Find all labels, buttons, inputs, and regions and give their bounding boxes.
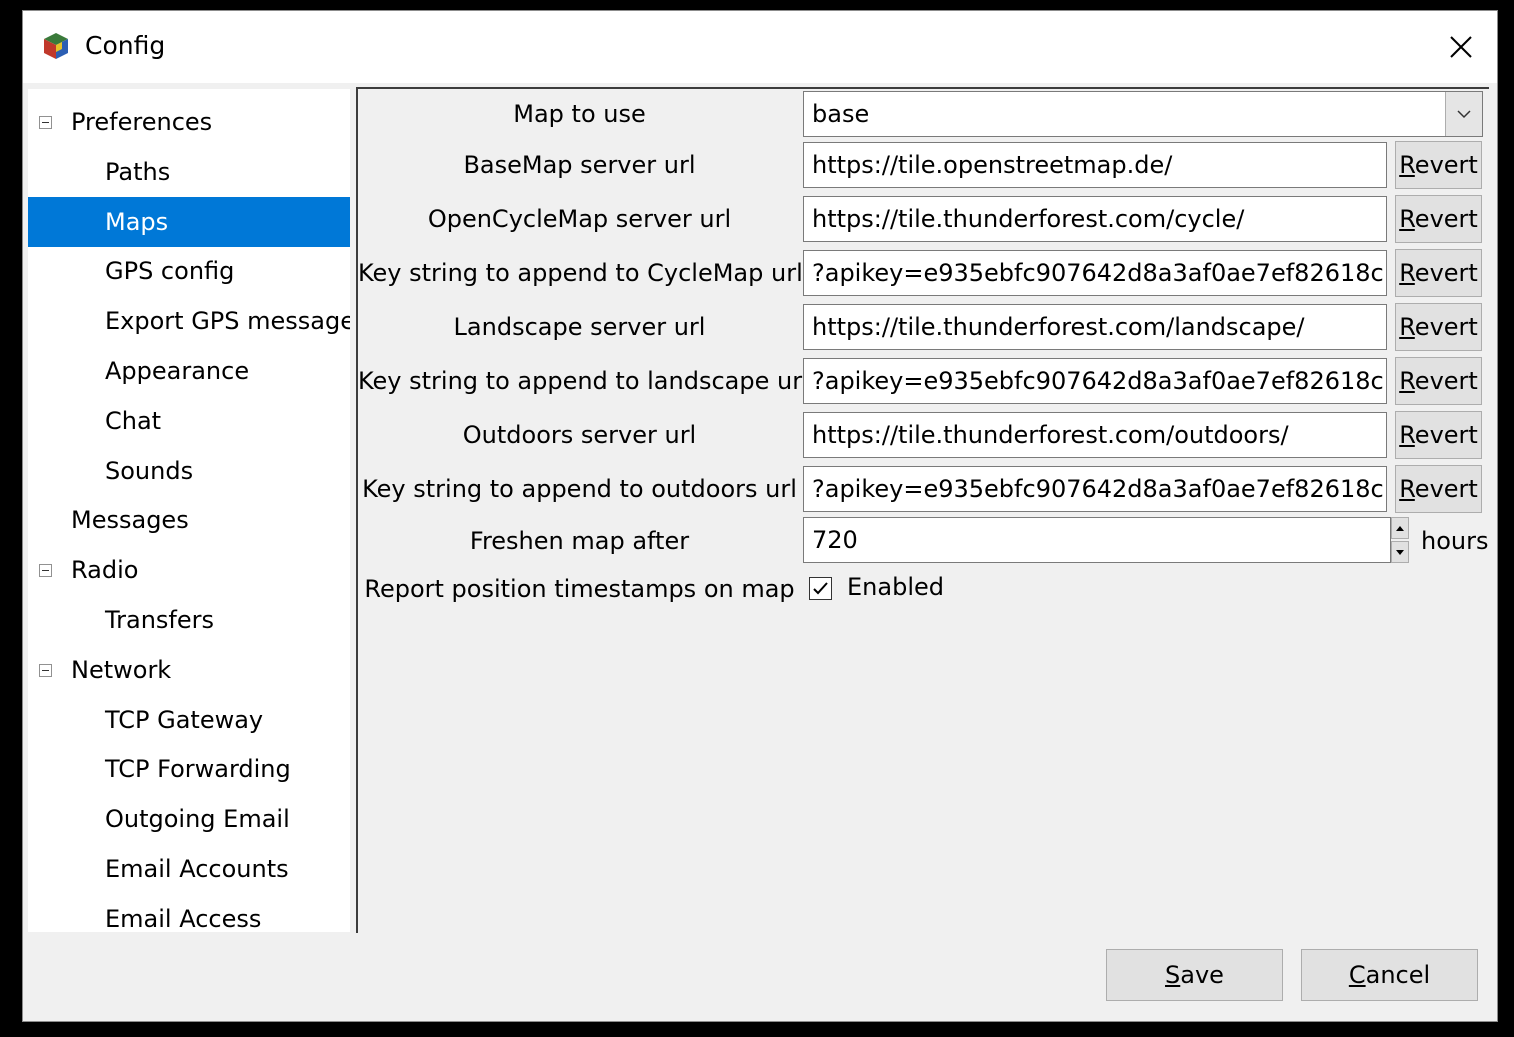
tree-item-label: GPS config — [105, 257, 235, 286]
tree-item-transfers[interactable]: Transfers — [28, 595, 350, 645]
revert-button[interactable]: Revert — [1395, 357, 1482, 405]
settings-tree[interactable]: Preferences Paths Maps GPS config Export GPS… — [28, 89, 350, 932]
tree-item-appearance[interactable]: Appearance — [28, 346, 350, 396]
close-button[interactable] — [1425, 11, 1497, 83]
tree-item-gps-config[interactable]: GPS config — [28, 246, 350, 296]
url-input[interactable]: https://tile.openstreetmap.de/ — [803, 142, 1387, 188]
revert-button[interactable]: Revert — [1395, 195, 1482, 243]
spin-down-button[interactable] — [1391, 541, 1409, 563]
tree-item-label: Preferences — [71, 108, 213, 136]
tree-item-label: Sounds — [105, 456, 194, 485]
report-label: Report position timestamps on map — [364, 575, 795, 603]
tree-item-network[interactable]: Network — [28, 645, 350, 695]
arrow-down-icon — [1396, 549, 1404, 555]
tree-item-label: Chat — [105, 406, 162, 435]
chevron-down-icon — [1457, 109, 1471, 118]
map-to-use-label: Map to use — [513, 100, 646, 128]
maps-settings-panel: Map to use base Freshen map after 720 ho… — [356, 87, 1489, 933]
tree-item-label: Email Accounts — [105, 855, 289, 883]
arrow-up-icon — [1396, 525, 1404, 531]
collapse-icon[interactable] — [39, 116, 52, 129]
tree-item-tcp-forwarding[interactable]: TCP Forwarding — [28, 744, 350, 794]
cancel-button[interactable]: Cancel — [1301, 949, 1478, 1001]
tree-item-label: Outgoing Email — [105, 805, 290, 834]
field-label: Key string to append to CycleMap url — [358, 259, 803, 287]
title-bar[interactable]: Config — [23, 11, 1497, 83]
tree-item-label: TCP Forwarding — [105, 755, 291, 784]
tree-item-label: Email Access — [105, 904, 262, 932]
tree-item-sounds[interactable]: Sounds — [28, 446, 350, 496]
tree-item-label: Export GPS messages — [105, 307, 350, 336]
close-icon — [1450, 36, 1472, 58]
freshen-input[interactable]: 720 — [803, 517, 1391, 563]
field-label: BaseMap server url — [463, 151, 696, 179]
app-icon — [44, 33, 68, 59]
field-label: Key string to append to landscape url — [358, 367, 809, 395]
revert-button[interactable]: Revert — [1395, 303, 1482, 351]
url-input[interactable]: ?apikey=e935ebfc907642d8a3af0ae7ef82618c — [803, 466, 1387, 512]
field-label: Outdoors server url — [462, 421, 697, 449]
freshen-label: Freshen map after — [469, 527, 690, 555]
field-label: OpenCycleMap server url — [427, 205, 732, 233]
tree-item-maps[interactable]: Maps — [28, 196, 350, 247]
url-input[interactable]: https://tile.thunderforest.com/landscape… — [803, 304, 1387, 350]
tree-item-label: Transfers — [105, 606, 215, 634]
tree-item-chat[interactable]: Chat — [28, 396, 350, 446]
field-label: Landscape server url — [453, 313, 706, 341]
map-to-use-select[interactable]: base — [803, 91, 1483, 137]
revert-button[interactable]: Revert — [1395, 141, 1482, 189]
field-label: Key string to append to outdoors url — [362, 475, 797, 503]
tree-item-paths[interactable]: Paths — [28, 147, 350, 197]
tree-item-messages[interactable]: Messages — [28, 495, 350, 545]
config-dialog: Config Preferences Paths Maps GPS config Exp… — [22, 10, 1498, 1022]
tree-item-email-access[interactable]: Email Access — [28, 894, 350, 932]
tree-item-label: TCP Gateway — [105, 705, 264, 734]
collapse-icon[interactable] — [39, 564, 52, 578]
tree-item-export-gps-messages[interactable]: Export GPS messages — [28, 296, 350, 346]
tree-item-email-accounts[interactable]: Email Accounts — [28, 844, 350, 894]
revert-button[interactable]: Revert — [1395, 465, 1482, 513]
url-input[interactable]: ?apikey=e935ebfc907642d8a3af0ae7ef82618c — [803, 250, 1387, 296]
tree-item-label: Radio — [71, 556, 139, 585]
spin-up-button[interactable] — [1391, 517, 1409, 539]
tree-item-label: Paths — [105, 157, 171, 186]
tree-item-label: Network — [71, 655, 172, 684]
map-to-use-value: base — [812, 100, 870, 128]
tree-item-label: Messages — [71, 506, 189, 535]
dropdown-arrow[interactable] — [1445, 92, 1482, 136]
url-input[interactable]: https://tile.thunderforest.com/cycle/ — [803, 196, 1387, 242]
revert-button[interactable]: Revert — [1395, 411, 1482, 459]
enabled-checkbox[interactable] — [809, 577, 832, 600]
url-input[interactable]: https://tile.thunderforest.com/outdoors/ — [803, 412, 1387, 458]
enabled-label[interactable]: Enabled — [847, 573, 944, 601]
tree-item-radio[interactable]: Radio — [28, 545, 350, 595]
checkmark-icon — [813, 582, 828, 595]
revert-button[interactable]: Revert — [1395, 249, 1482, 297]
collapse-icon[interactable] — [39, 663, 52, 677]
tree-item-preferences[interactable]: Preferences — [28, 97, 350, 147]
freshen-spinner[interactable] — [1391, 517, 1409, 563]
hours-unit: hours — [1421, 527, 1489, 555]
url-input[interactable]: ?apikey=e935ebfc907642d8a3af0ae7ef82618c — [803, 358, 1387, 404]
tree-item-outgoing-email[interactable]: Outgoing Email — [28, 794, 350, 844]
tree-item-label: Maps — [105, 207, 169, 236]
window-title: Config — [85, 31, 166, 60]
tree-item-label: Appearance — [105, 357, 250, 385]
tree-item-tcp-gateway[interactable]: TCP Gateway — [28, 695, 350, 745]
save-button[interactable]: Save — [1106, 949, 1283, 1001]
